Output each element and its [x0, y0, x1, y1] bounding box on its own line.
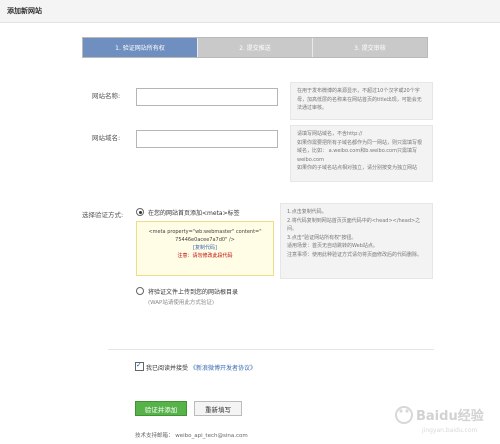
- meta-tag-option-label[interactable]: 在您的网站首页添加<meta>标签: [148, 208, 240, 217]
- meta-tag-radio[interactable]: [136, 208, 144, 216]
- wap-note: (WAP站请使用此方式验证): [148, 300, 215, 306]
- page-title: 添加新网站: [7, 7, 42, 15]
- domain-hint: 请填写网站域名，不含http:// 如果你需要把所有子域名都作为同一网站，则只需…: [290, 125, 433, 182]
- page-header: 添加新网站: [0, 0, 500, 23]
- reset-button[interactable]: 重新填写: [194, 401, 242, 416]
- site-name-hint: 在用于发布微博的来源显示，不超过10个汉字或20个字母，加高低层的名称来在网站首…: [290, 82, 433, 120]
- step-1: 1. 验证网站所有权: [83, 38, 197, 57]
- divider: [108, 349, 434, 350]
- file-upload-option-label[interactable]: 将验证文件上传到您的网站根目录: [148, 287, 238, 296]
- support-email: 技术支持邮箱： weibo_api_tech@sina.com: [135, 431, 248, 439]
- baidu-jingyan-watermark: Baidu经验 jingyan.baidu.com: [395, 406, 485, 434]
- file-upload-radio[interactable]: [136, 287, 144, 295]
- domain-hint-line-3: 如果你的子域名站点相对独立，请分别按变为独立网站: [297, 165, 418, 171]
- developer-agreement-link[interactable]: 《新浪微博开发者协议》: [190, 365, 256, 372]
- meta-code-line-1: <meta property="wb:webmaster" content=": [148, 229, 262, 235]
- domain-hint-line-1: 请填写网站域名，不含http://: [297, 131, 363, 137]
- verify-and-add-button[interactable]: 验证并添加: [135, 401, 187, 416]
- agreement-label: 我已阅读并接受: [146, 365, 189, 372]
- support-label: 技术支持邮箱：: [135, 433, 174, 439]
- copy-code-link[interactable]: [复制代码]: [137, 244, 273, 252]
- step-3: 3. 提交审核: [312, 38, 427, 57]
- domain-input[interactable]: [136, 130, 278, 148]
- watermark-subtext: jingyan.baidu.com: [421, 427, 478, 434]
- step-progress-bar: 1. 验证网站所有权 2. 提交推送 3. 提交审核: [82, 37, 428, 58]
- site-name-label: 网站名称:: [92, 92, 121, 100]
- agreement-checkbox[interactable]: [135, 361, 144, 371]
- warning-text: 注意：请勿修改此段代码: [177, 253, 233, 259]
- domain-hint-line-2: 如果你需要把所有子域名都作为同一网站，则只需填写根域名，比如： a.weibo.…: [297, 139, 423, 163]
- verify-method-label: 选择验证方式:: [82, 211, 124, 219]
- step-2: 2. 提交推送: [197, 38, 312, 57]
- support-email-address: weibo_api_tech@sina.com: [175, 433, 248, 439]
- site-name-input[interactable]: [136, 88, 278, 106]
- agreement-text: 我已阅读并接受 《新浪微博开发者协议》: [146, 363, 256, 372]
- meta-option-hint: 1.点击复制代码。 2.将代码复制到网站首页页面代码中的<head></head…: [280, 203, 433, 279]
- meta-code-box: <meta property="wb:webmaster" content=" …: [136, 221, 274, 276]
- watermark-text: Baidu经验: [416, 408, 485, 424]
- meta-code-line-2: 75446e0acee7a7d0" />: [175, 237, 235, 243]
- domain-label: 网站域名:: [92, 134, 121, 142]
